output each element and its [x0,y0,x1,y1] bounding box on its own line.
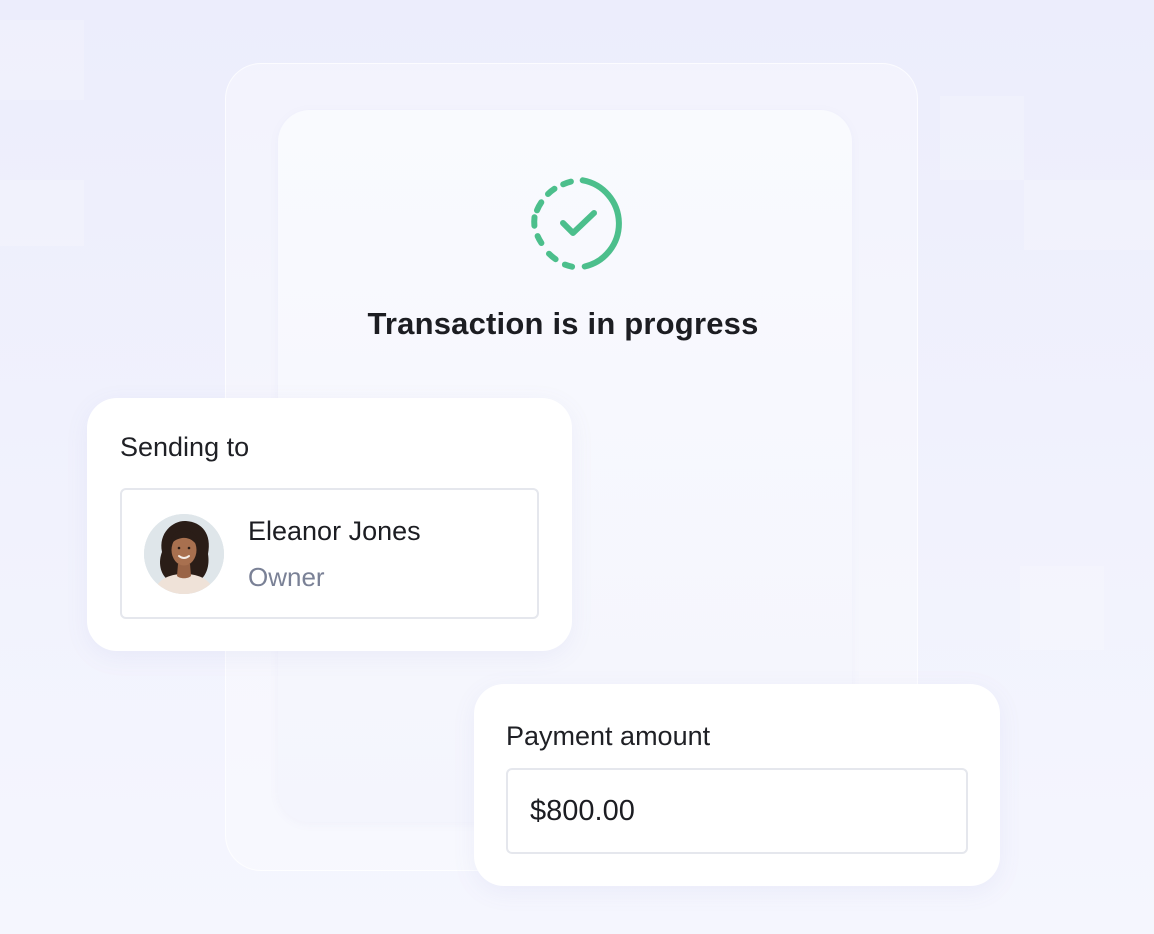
background-tile [1024,180,1154,250]
recipient-role: Owner [248,562,325,592]
recipient-selector[interactable]: Eleanor Jones Owner [120,488,539,619]
recipient-name: Eleanor Jones [248,516,421,546]
sending-to-label: Sending to [120,432,250,462]
payment-amount-card: Payment amount [474,684,1000,886]
avatar [144,514,224,594]
dashed-circle-check-icon [527,175,629,273]
payment-amount-input[interactable] [506,768,968,854]
payment-amount-label: Payment amount [506,721,711,751]
background-tile [940,96,1024,180]
background-tile [0,20,84,100]
background-tile [0,180,84,246]
transaction-status-title: Transaction is in progress [367,306,759,341]
background-tile [1020,566,1104,650]
sending-to-card: Sending to Eleanor Jones Owner [87,398,572,651]
